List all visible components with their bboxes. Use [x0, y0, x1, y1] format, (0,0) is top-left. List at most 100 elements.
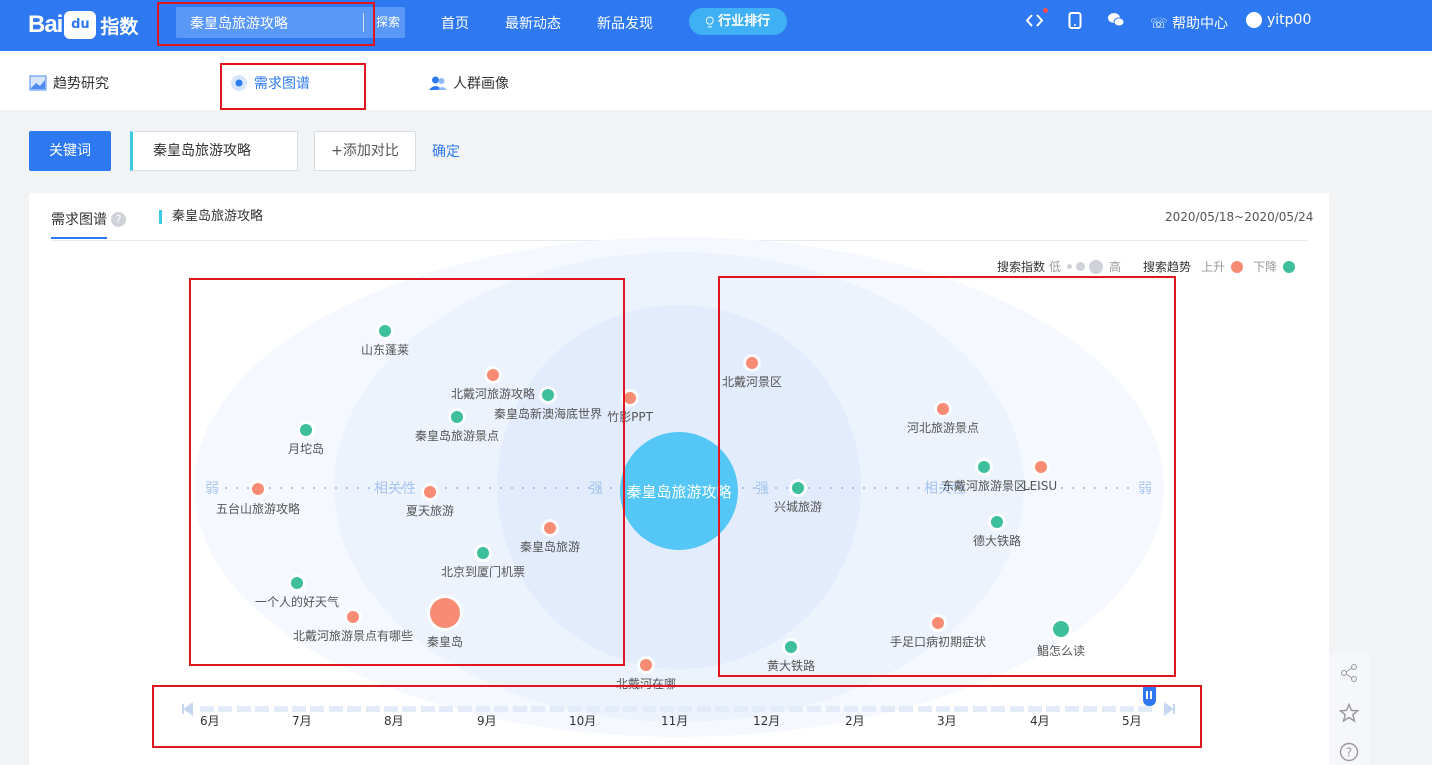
timeline-segment[interactable]: [604, 706, 619, 712]
timeline-segment[interactable]: [1009, 706, 1024, 712]
nav-new-discovery[interactable]: 新品发现: [597, 13, 653, 33]
question-icon[interactable]: ?: [1339, 742, 1359, 762]
timeline-segment[interactable]: [788, 706, 803, 712]
tab-trend-research[interactable]: 趋势研究: [29, 73, 109, 93]
timeline-segment[interactable]: [347, 706, 362, 712]
timeline-segment[interactable]: [328, 706, 343, 712]
legend-up-dot-icon: [1231, 260, 1244, 273]
timeline-segment[interactable]: [402, 706, 417, 712]
timeline-segment[interactable]: [807, 706, 822, 712]
rank-label: 行业排行: [718, 14, 771, 29]
panel-keyword: 秦皇岛旅游攻略: [159, 210, 263, 224]
timeline-handle[interactable]: [1143, 686, 1156, 706]
timeline-segment[interactable]: [255, 706, 270, 712]
timeline-segment[interactable]: [880, 706, 895, 712]
sub-navbar: 趋势研究 需求图谱 人群画像: [0, 51, 1432, 110]
rank-icon: ⍜: [705, 14, 719, 29]
timeline-segment[interactable]: [218, 706, 233, 712]
tab-demand-graph[interactable]: 需求图谱: [230, 73, 310, 93]
timeline-segment[interactable]: [899, 706, 914, 712]
legend-low: 低: [1049, 260, 1062, 274]
mobile-icon[interactable]: [1068, 12, 1082, 33]
panel-tab-label: 需求图谱: [51, 212, 107, 228]
timeline-segment[interactable]: [696, 706, 711, 712]
code-icon[interactable]: [1025, 12, 1044, 33]
timeline-segment[interactable]: [457, 706, 472, 712]
user-menu[interactable]: yitp00: [1246, 12, 1311, 28]
timeline-segment[interactable]: [273, 706, 288, 712]
timeline-month-label: 12月: [753, 714, 781, 728]
keyword-input[interactable]: 秦皇岛旅游攻略: [130, 131, 298, 171]
legend-down-dot-icon: [1283, 260, 1296, 273]
panel-divider: [51, 240, 1307, 241]
timeline-month-label: 6月: [200, 714, 220, 728]
logo-bai: Bai: [28, 11, 63, 38]
legend-size-small-icon: [1067, 264, 1073, 269]
search-input[interactable]: [176, 7, 362, 38]
tab-demand-graph-label: 需求图谱: [254, 76, 310, 92]
timeline-month-label: 8月: [384, 714, 404, 728]
help-center-link[interactable]: ☏ 帮助中心: [1150, 13, 1228, 33]
timeline-segment[interactable]: [310, 706, 325, 712]
legend-index-label: 搜索指数: [997, 260, 1046, 274]
timeline-segment[interactable]: [623, 706, 638, 712]
nav-latest-news[interactable]: 最新动态: [505, 13, 561, 33]
timeline-month-label: 10月: [569, 714, 597, 728]
timeline-segment[interactable]: [991, 706, 1006, 712]
nav-home[interactable]: 首页: [441, 13, 469, 33]
user-avatar-icon: [1246, 12, 1262, 28]
svg-text:?: ?: [1346, 746, 1352, 760]
timeline-segment[interactable]: [236, 706, 251, 712]
timeline-segment[interactable]: [733, 706, 748, 712]
industry-rank-button[interactable]: ⍜ 行业排行: [689, 8, 787, 35]
tab-audience-profile[interactable]: 人群画像: [429, 73, 509, 93]
radar-icon: [231, 75, 247, 91]
active-tab-underline: [51, 237, 107, 239]
legend-up: 上升: [1201, 260, 1226, 274]
explore-button[interactable]: 探索: [376, 13, 400, 30]
tab-trend-research-label: 趋势研究: [53, 76, 109, 92]
star-icon[interactable]: [1339, 703, 1359, 723]
keyword-button[interactable]: 关键词: [29, 131, 111, 171]
timeline-next-icon[interactable]: [1163, 702, 1177, 716]
timeline-month-label: 4月: [1030, 714, 1050, 728]
logo-index-text: 指数: [100, 15, 139, 38]
date-range: 2020/05/18~2020/05/24: [1165, 210, 1314, 224]
timeline-month-label: 2月: [845, 714, 865, 728]
add-compare-button[interactable]: +添加对比: [314, 131, 416, 171]
tab-audience-profile-label: 人群画像: [453, 76, 509, 92]
top-navbar: Bai du 指数 探索 首页 最新动态 新品发现 ⍜ 行业排行 ☏ 帮助中心 …: [0, 0, 1432, 51]
timeline-segment[interactable]: [549, 706, 564, 712]
timeline-segment[interactable]: [365, 706, 380, 712]
timeline-segment[interactable]: [715, 706, 730, 712]
timeline-segment[interactable]: [972, 706, 987, 712]
side-toolbar: ?: [1329, 653, 1370, 765]
legend-down: 下降: [1253, 260, 1278, 274]
trend-chart-icon: [29, 75, 47, 91]
share-icon[interactable]: [1339, 663, 1359, 683]
confirm-button[interactable]: 确定: [432, 141, 460, 161]
timeline-segment[interactable]: [825, 706, 840, 712]
username: yitp00: [1267, 12, 1312, 28]
timeline-segment[interactable]: [439, 706, 454, 712]
timeline-segment[interactable]: [917, 706, 932, 712]
help-chat-icon: ☏: [1150, 16, 1172, 32]
people-icon: [429, 76, 447, 90]
legend-size-medium-icon: [1076, 262, 1086, 271]
panel-tab-demand-graph[interactable]: 需求图谱 ?: [51, 209, 126, 229]
notification-dot: [1043, 8, 1048, 13]
help-question-icon[interactable]: ?: [111, 211, 126, 227]
legend-trend-label: 搜索趋势: [1143, 260, 1192, 274]
timeline-segment[interactable]: [1101, 706, 1116, 712]
timeline-segment[interactable]: [1083, 706, 1098, 712]
timeline-month-label: 9月: [477, 714, 497, 728]
timeline-segment[interactable]: [512, 706, 527, 712]
keyword-controls: 关键词 秦皇岛旅游攻略 +添加对比 确定: [0, 110, 1432, 193]
timeline-segment[interactable]: [641, 706, 656, 712]
wechat-icon[interactable]: [1107, 12, 1125, 32]
baidu-index-logo[interactable]: Bai du 指数: [28, 6, 138, 44]
timeline-segment[interactable]: [1064, 706, 1079, 712]
timeline-prev-icon[interactable]: [180, 702, 194, 716]
timeline-segment[interactable]: [420, 706, 435, 712]
timeline-segment[interactable]: [531, 706, 546, 712]
